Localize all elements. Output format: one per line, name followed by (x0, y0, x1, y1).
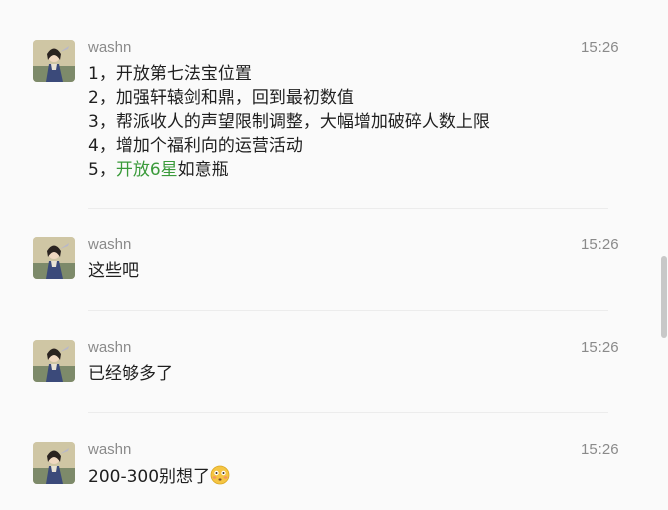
avatar[interactable] (33, 442, 75, 484)
sender-name: washn (88, 39, 132, 56)
message-text-line: 5，开放6星如意瓶 (88, 158, 229, 182)
message-timestamp: 15:26 (581, 339, 619, 356)
avatar[interactable] (33, 40, 75, 82)
message-text: 200-300别想了 (88, 467, 211, 487)
message-text-line: 1，开放第七法宝位置 (88, 64, 252, 84)
avatar-image (33, 237, 75, 279)
line-suffix: 如意瓶 (177, 160, 229, 180)
message-text-line: 4，增加个福利向的运营活动 (88, 136, 303, 156)
message-text-line: 这些吧 (88, 261, 139, 281)
scrollbar-track[interactable] (660, 0, 668, 510)
sender-name: washn (88, 236, 132, 253)
message-timestamp: 15:26 (581, 39, 619, 56)
message-divider (88, 310, 608, 311)
message-timestamp: 15:26 (581, 441, 619, 458)
chat-message-area: washn 15:26 1，开放第七法宝位置 2，加强轩辕剑和鼎，回到最初数值 … (0, 0, 668, 510)
message-text-line: 200-300别想了 (88, 465, 230, 489)
sender-name: washn (88, 441, 132, 458)
sender-name: washn (88, 339, 132, 356)
message-text-line: 2，加强轩辕剑和鼎，回到最初数值 (88, 88, 354, 108)
avatar[interactable] (33, 237, 75, 279)
message-text-line: 3，帮派收人的声望限制调整，大幅增加破碎人数上限 (88, 112, 490, 132)
flushed-face-emoji-icon (210, 465, 230, 485)
scrollbar-thumb[interactable] (661, 256, 667, 338)
message-timestamp: 15:26 (581, 236, 619, 253)
message-divider (88, 412, 608, 413)
avatar[interactable] (33, 340, 75, 382)
avatar-image (33, 442, 75, 484)
avatar-image (33, 40, 75, 82)
message-divider (88, 208, 608, 209)
message-text-line: 已经够多了 (88, 364, 173, 384)
line-prefix: 5， (88, 160, 116, 180)
avatar-image (33, 340, 75, 382)
highlighted-keyword[interactable]: 开放6星 (116, 160, 178, 180)
